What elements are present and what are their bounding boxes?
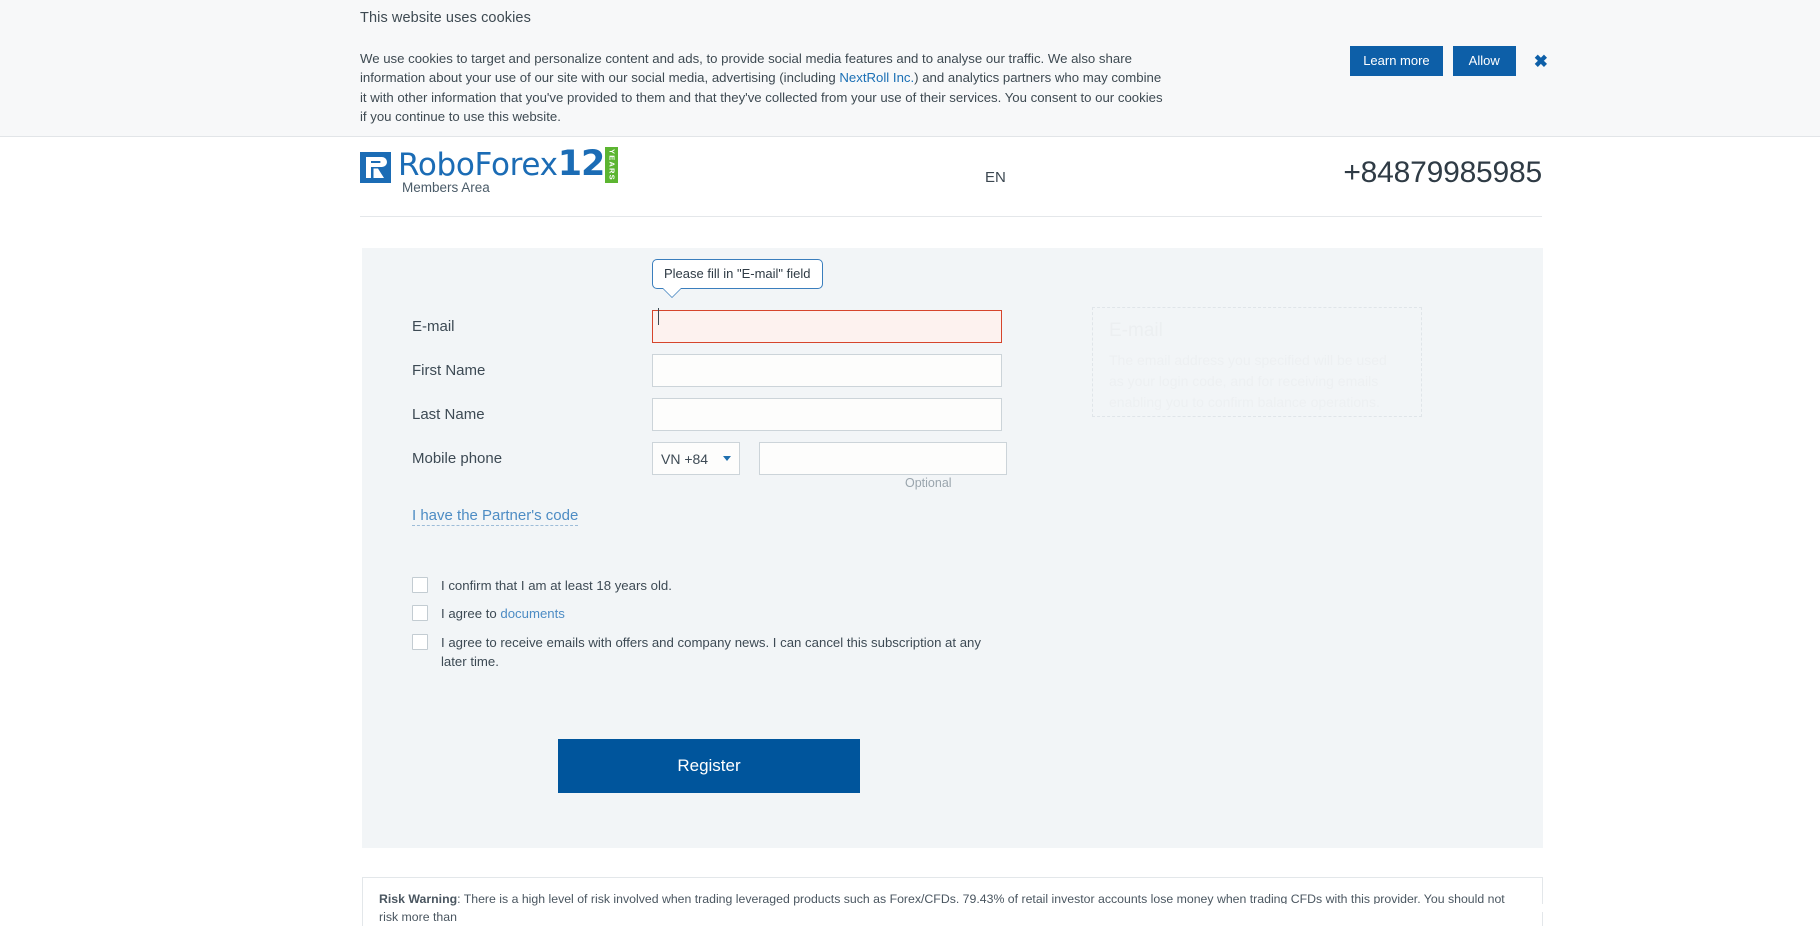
checkbox-row-documents: I agree to documents bbox=[412, 605, 1032, 624]
last-name-input[interactable] bbox=[652, 398, 1002, 431]
email-info-body: The email address you specified will be … bbox=[1109, 350, 1405, 413]
age-confirmation-checkbox[interactable] bbox=[412, 577, 428, 593]
first-name-label: First Name bbox=[412, 362, 652, 379]
text-cursor bbox=[658, 308, 659, 325]
logo-wordmark: RoboForex bbox=[398, 150, 558, 181]
mobile-phone-input[interactable] bbox=[759, 442, 1007, 475]
partner-code-link[interactable]: I have the Partner's code bbox=[412, 507, 578, 526]
marketing-emails-checkbox[interactable] bbox=[412, 634, 428, 650]
checkbox-row-marketing: I agree to receive emails with offers an… bbox=[412, 634, 1002, 671]
documents-agreement-label: I agree to documents bbox=[441, 605, 565, 624]
register-button[interactable]: Register bbox=[558, 739, 860, 793]
optional-note: Optional bbox=[905, 476, 952, 490]
allow-cookies-button[interactable]: Allow bbox=[1453, 46, 1516, 76]
cookie-consent-banner: This website uses cookies We use cookies… bbox=[0, 0, 1820, 137]
header-inner: RoboForex 12 YEARS Members Area EN +8487… bbox=[360, 137, 1542, 217]
first-name-input[interactable] bbox=[652, 354, 1002, 387]
cookie-banner-title: This website uses cookies bbox=[360, 10, 1780, 26]
last-name-label: Last Name bbox=[412, 406, 652, 423]
email-input[interactable] bbox=[652, 310, 1002, 343]
mobile-phone-label: Mobile phone bbox=[412, 450, 652, 467]
roboforex-logomark-icon bbox=[360, 152, 391, 183]
logo-years-badge: YEARS bbox=[605, 147, 618, 183]
email-validation-tooltip: Please fill in "E-mail" field bbox=[652, 259, 823, 289]
form-row-last-name: Last Name bbox=[412, 398, 1002, 431]
documents-link[interactable]: documents bbox=[500, 606, 565, 621]
close-icon[interactable]: ✖ bbox=[1534, 53, 1548, 70]
checkbox-row-age: I confirm that I am at least 18 years ol… bbox=[412, 577, 1032, 596]
cookie-banner-content: This website uses cookies We use cookies… bbox=[360, 10, 1780, 126]
form-row-first-name: First Name bbox=[412, 354, 1002, 387]
cookie-banner-actions: Learn more Allow ✖ bbox=[1350, 46, 1548, 76]
email-label: E-mail bbox=[412, 318, 652, 335]
age-confirmation-label: I confirm that I am at least 18 years ol… bbox=[441, 577, 672, 596]
email-info-title: E-mail bbox=[1109, 320, 1405, 342]
form-row-email: E-mail bbox=[412, 310, 1002, 343]
risk-warning: Risk Warning: There is a high level of r… bbox=[362, 877, 1543, 926]
nextroll-link[interactable]: NextRoll Inc. bbox=[839, 70, 914, 85]
chevron-down-icon bbox=[723, 456, 731, 461]
support-phone-number[interactable]: +84879985985 bbox=[1343, 156, 1542, 190]
documents-text-before: I agree to bbox=[441, 606, 500, 621]
risk-warning-label: Risk Warning bbox=[379, 892, 457, 906]
country-code-value: VN +84 bbox=[661, 451, 708, 467]
form-row-mobile-phone: Mobile phone VN +84 bbox=[412, 442, 1007, 475]
scroll-corner bbox=[1240, 904, 1820, 912]
email-info-panel: E-mail The email address you specified w… bbox=[1092, 307, 1422, 417]
learn-more-button[interactable]: Learn more bbox=[1350, 46, 1442, 76]
cookie-banner-text: We use cookies to target and personalize… bbox=[360, 49, 1170, 126]
site-header: RoboForex 12 YEARS Members Area EN +8487… bbox=[0, 137, 1820, 217]
members-area-subtitle: Members Area bbox=[402, 180, 490, 195]
language-selector[interactable]: EN bbox=[985, 169, 1006, 186]
logo-anniversary-number: 12 bbox=[558, 149, 605, 180]
country-code-select[interactable]: VN +84 bbox=[652, 442, 740, 475]
marketing-emails-label: I agree to receive emails with offers an… bbox=[441, 634, 1002, 671]
documents-agreement-checkbox[interactable] bbox=[412, 605, 428, 621]
